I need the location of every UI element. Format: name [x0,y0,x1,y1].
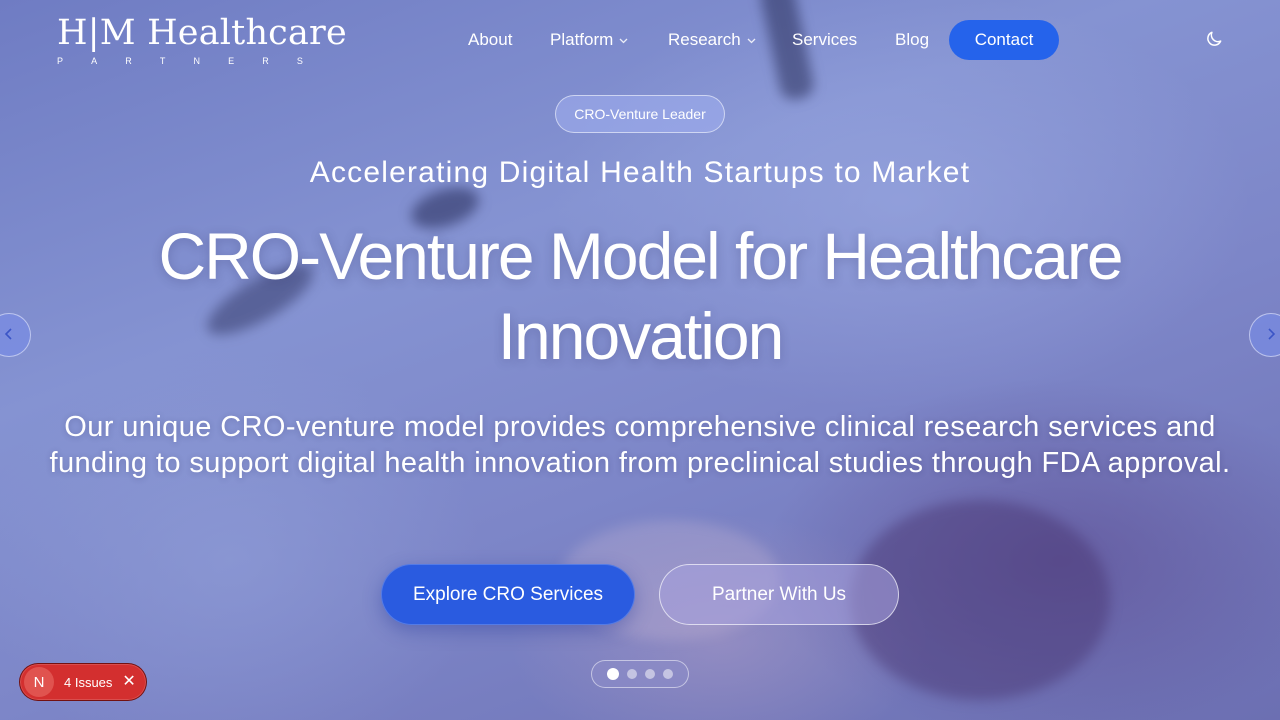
nav-item-research[interactable]: Research [668,30,756,50]
close-icon[interactable]: ✕ [122,674,135,690]
carousel-dot-3[interactable] [645,669,655,679]
contact-button[interactable]: Contact [949,20,1059,60]
explore-cro-services-button[interactable]: Explore CRO Services [381,564,635,625]
partner-with-us-button[interactable]: Partner With Us [659,564,899,625]
issues-count-label: 4 Issues [64,674,113,690]
logo-wordmark: H|M Healthcare [57,13,347,53]
chevron-down-icon [619,36,628,47]
nav-item-label: Platform [550,30,614,49]
nav-item-services[interactable]: Services [792,30,857,50]
hero-title: CRO-Venture Model for Healthcare Innovat… [158,219,1123,373]
hero-subtitle: Accelerating Digital Health Startups to … [309,156,971,189]
logo-tagline: P A R T N E R S [57,56,307,66]
site-logo[interactable]: H|M Healthcare P A R T N E R S [57,13,347,66]
nextjs-logo-icon: N [24,667,54,697]
hero-badge: CRO-Venture Leader [555,95,725,133]
logo-tagline-letter: T [159,56,168,66]
hero-description: Our unique CRO-venture model provides co… [49,411,1231,479]
nav-item-platform[interactable]: Platform [550,30,628,50]
chevron-right-icon [1266,327,1276,343]
carousel-dot-2[interactable] [627,669,637,679]
carousel-dot-1[interactable] [607,668,619,680]
background-photo-shape [757,0,817,103]
theme-toggle-button[interactable] [1201,27,1227,53]
nav-item-label: About [468,30,513,49]
logo-tagline-letter: R [262,56,271,66]
logo-tagline-letter: E [228,56,237,66]
chevron-left-icon [4,327,14,343]
carousel-dot-4[interactable] [663,669,673,679]
logo-tagline-letter: R [125,56,134,66]
nav-item-label: Services [792,30,858,49]
moon-icon [1204,29,1224,52]
chevron-down-icon [747,36,756,47]
logo-tagline-letter: A [91,56,100,66]
carousel-pagination [591,660,689,688]
logo-tagline-letter: N [193,56,203,66]
logo-tagline-letter: P [57,56,66,66]
nav-item-about[interactable]: About [468,30,512,50]
nav-item-label: Research [668,30,741,49]
nav-item-blog[interactable]: Blog [895,30,929,50]
logo-tagline-letter: S [296,56,305,66]
nav-item-label: Blog [895,30,930,49]
dev-issues-badge[interactable]: N 4 Issues ✕ [19,663,147,701]
